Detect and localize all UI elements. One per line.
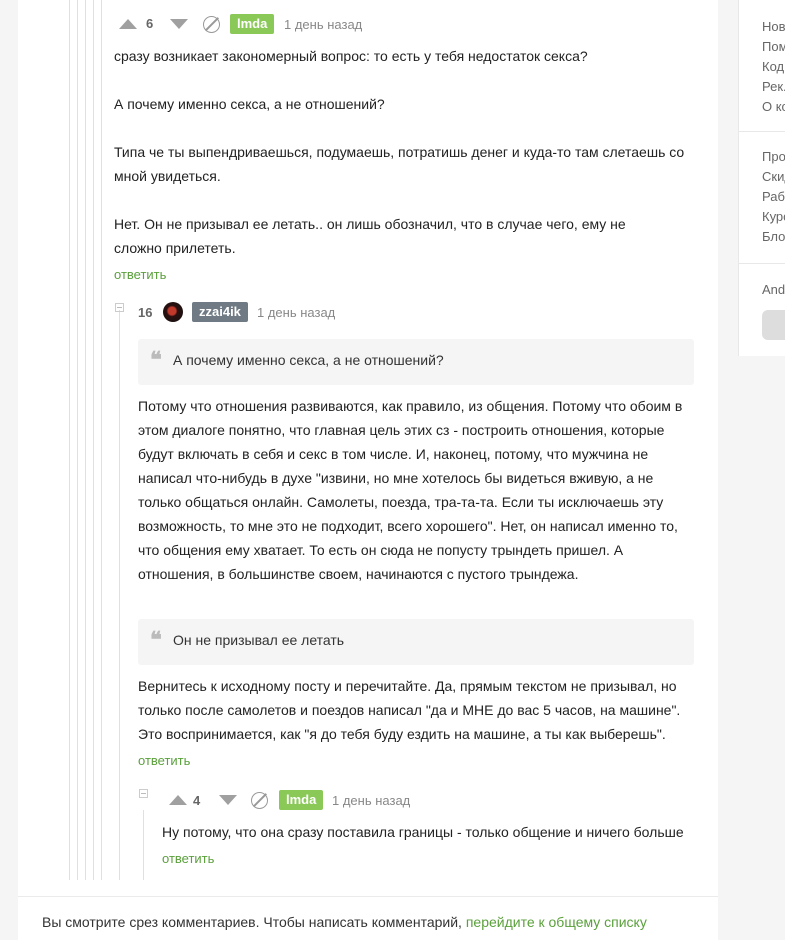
sidebar-link[interactable]: And [762, 282, 785, 297]
comment-time: 1 день назад [332, 793, 411, 808]
right-sidebar: Нов Пом Код Рек. О ко Про Скид Раб Курс … [738, 0, 785, 356]
sidebar-link[interactable]: Пом [762, 39, 785, 54]
upvote-button[interactable] [117, 17, 139, 31]
comment-rating: 16 [138, 305, 153, 320]
comment-text: Ну потому, что она сразу поставила грани… [162, 824, 684, 840]
sidebar-link[interactable]: Курс [762, 209, 785, 224]
comment-text: Нет. Он не призывал ее летать.. он лишь … [114, 216, 626, 256]
downvote-button[interactable] [217, 793, 239, 807]
thread-line [69, 0, 70, 880]
sidebar-link[interactable]: Код [762, 59, 784, 74]
quote-text: А почему именно секса, а не отношений? [173, 352, 444, 368]
avatar-placeholder-icon [251, 792, 268, 809]
reply-link[interactable]: ответить [162, 851, 214, 866]
sidebar-link[interactable]: О ко [762, 99, 785, 114]
avatar[interactable] [163, 302, 183, 322]
reply-link[interactable]: ответить [138, 753, 190, 768]
author-badge[interactable]: lmda [230, 14, 275, 34]
thread-line [93, 0, 94, 880]
quote-block: ❝ Он не призывал ее летать [138, 619, 694, 665]
divider [18, 896, 718, 897]
upvote-button[interactable] [167, 793, 189, 807]
thread-line [119, 310, 120, 880]
thread-line [85, 0, 86, 880]
sidebar-button[interactable] [762, 310, 785, 340]
avatar-placeholder-icon [203, 16, 220, 33]
collapse-toggle[interactable] [139, 789, 148, 798]
sidebar-link[interactable]: Про [762, 149, 785, 164]
arrow-down-icon [219, 795, 237, 805]
reply-link[interactable]: ответить [114, 267, 166, 282]
divider [739, 263, 785, 264]
author-badge[interactable]: lmda [279, 790, 324, 810]
comment-text: Вернитесь к исходному посту и перечитайт… [138, 678, 681, 742]
comment-text: Типа че ты выпендриваешься, подумаешь, п… [114, 144, 685, 184]
sidebar-link[interactable]: Рек. [762, 79, 785, 94]
comment-time: 1 день назад [284, 17, 363, 32]
sidebar-link[interactable]: Блог [762, 229, 785, 244]
sidebar-link[interactable]: Нов [762, 19, 785, 34]
comments-card: 6 lmda 1 день назад сразу возникает зако… [18, 0, 718, 940]
arrow-up-icon [119, 19, 137, 29]
author-badge[interactable]: zzai4ik [192, 302, 248, 322]
comment-text: сразу возникает закономерный вопрос: то … [114, 48, 588, 64]
quote-text: Он не призывал ее летать [173, 632, 345, 648]
comment-text: Потому что отношения развиваются, как пр… [138, 398, 683, 582]
quote-icon: ❝ [150, 627, 162, 653]
thread-line [143, 810, 144, 880]
comment-rating: 6 [146, 16, 154, 31]
comment-rating: 4 [193, 793, 201, 808]
comment-time: 1 день назад [257, 305, 336, 320]
arrow-up-icon [169, 795, 187, 805]
footer-text: Вы смотрите срез комментариев. Чтобы нап… [42, 914, 462, 930]
collapse-toggle[interactable] [115, 303, 124, 312]
thread-line [77, 0, 78, 880]
sidebar-link[interactable]: Скид [762, 169, 785, 184]
quote-icon: ❝ [150, 347, 162, 373]
downvote-button[interactable] [168, 17, 190, 31]
arrow-down-icon [170, 19, 188, 29]
comment-text: А почему именно секса, а не отношений? [114, 96, 385, 112]
sidebar-link[interactable]: Раб [762, 189, 785, 204]
quote-block: ❝ А почему именно секса, а не отношений? [138, 339, 694, 385]
footer-notice: Вы смотрите срез комментариев. Чтобы нап… [42, 914, 647, 930]
divider [739, 131, 785, 132]
thread-line [101, 0, 102, 880]
footer-link[interactable]: перейдите к общему списку [466, 914, 647, 930]
